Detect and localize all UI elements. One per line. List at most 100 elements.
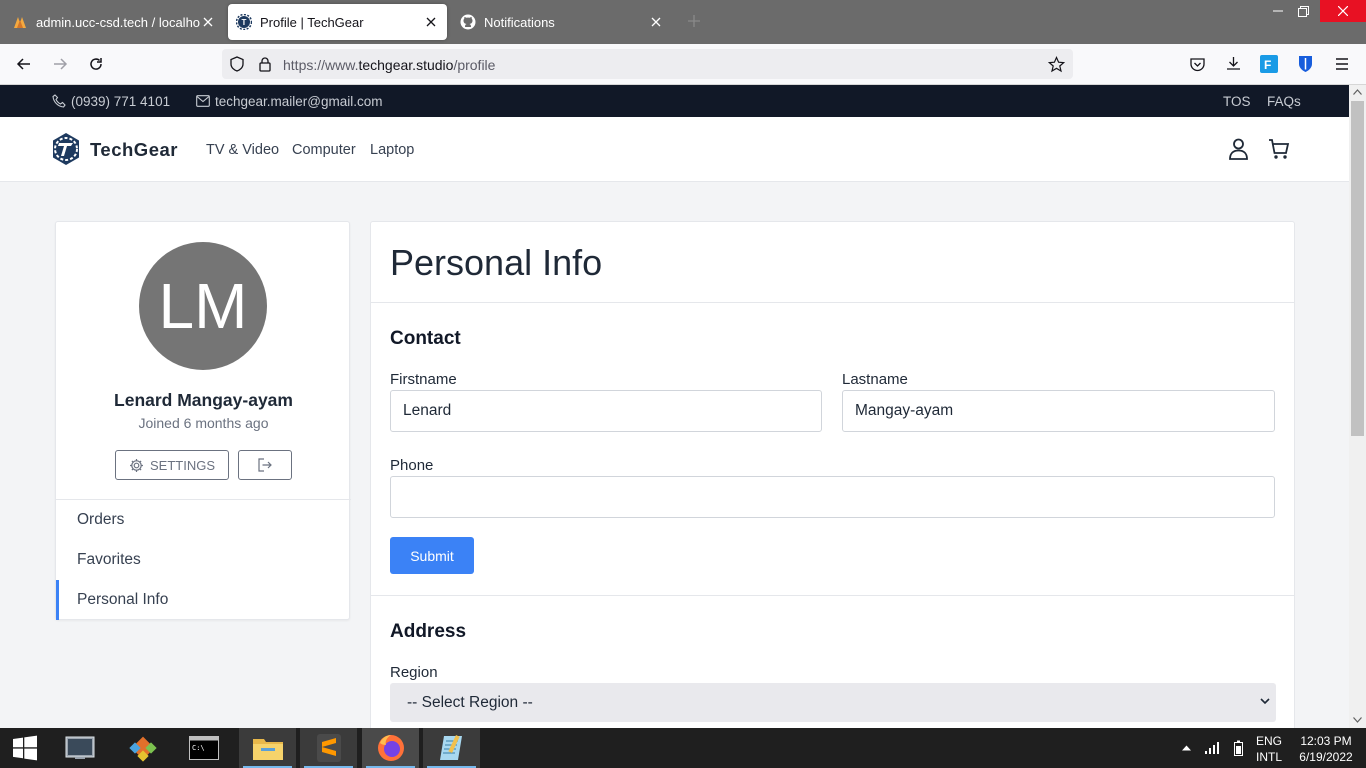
- menu-item-orders[interactable]: Orders: [56, 500, 351, 540]
- region-selected: -- Select Region --: [407, 693, 533, 711]
- lastname-label: Lastname: [842, 371, 908, 388]
- phone-icon: [52, 94, 66, 108]
- chevron-down-icon: [1260, 696, 1270, 706]
- tab-label: Profile | TechGear: [260, 14, 364, 30]
- avatar-initials: LM: [158, 270, 248, 342]
- terminal-icon[interactable]: C:\: [181, 728, 227, 768]
- joined-text: Joined 6 months ago: [138, 415, 269, 431]
- lastname-input[interactable]: Mangay-ayam: [842, 390, 1275, 432]
- url-prefix: https://www.: [283, 57, 359, 73]
- nav-laptop[interactable]: Laptop: [370, 142, 414, 158]
- windows-start-icon[interactable]: [2, 728, 48, 768]
- user-icon[interactable]: [1228, 138, 1249, 160]
- bookmark-star-icon[interactable]: [1048, 56, 1065, 73]
- task-view-icon[interactable]: [57, 728, 103, 768]
- clock[interactable]: 12:03 PM 6/19/2022: [1290, 733, 1362, 765]
- pocket-icon[interactable]: [1189, 56, 1206, 73]
- tray-chevron-up-icon[interactable]: [1182, 745, 1191, 751]
- logout-button[interactable]: [238, 450, 292, 480]
- avatar: LM: [139, 242, 267, 370]
- tab-label: admin.ucc-csd.tech / localhost: [36, 14, 200, 30]
- keyboard-layout: INTL: [1255, 750, 1282, 764]
- personal-info-card: Personal Info Contact Firstname Lenard L…: [370, 221, 1295, 728]
- menu-item-favorites[interactable]: Favorites: [56, 540, 351, 580]
- svg-text:C:\: C:\: [192, 744, 205, 752]
- submit-button[interactable]: Submit: [390, 537, 474, 574]
- back-icon[interactable]: [12, 52, 36, 76]
- web-page: (0939) 771 4101 techgear.mailer@gmail.co…: [0, 85, 1349, 728]
- lang-code: ENG: [1255, 734, 1282, 748]
- reload-icon[interactable]: [84, 52, 108, 76]
- sublime-text-icon[interactable]: [300, 728, 357, 768]
- region-label: Region: [390, 664, 438, 681]
- scrollbar-thumb[interactable]: [1351, 101, 1364, 436]
- browser-tab-bar: admin.ucc-csd.tech / localhost T Profile…: [0, 0, 1366, 44]
- svg-text:T: T: [242, 18, 247, 27]
- divider: [371, 595, 1294, 596]
- file-explorer-icon[interactable]: [239, 728, 296, 768]
- page-title: Personal Info: [390, 242, 603, 283]
- clock-date: 6/19/2022: [1299, 750, 1353, 764]
- close-window-icon[interactable]: [1320, 0, 1366, 22]
- git-icon[interactable]: [120, 728, 166, 768]
- tab-notifications[interactable]: Notifications: [452, 4, 672, 40]
- settings-button[interactable]: SETTINGS: [115, 450, 229, 480]
- lock-icon[interactable]: [257, 56, 273, 72]
- close-icon[interactable]: [648, 14, 664, 30]
- bitwarden-icon[interactable]: [1297, 55, 1314, 73]
- brand-name[interactable]: TechGear: [90, 139, 178, 161]
- menu-item-personal-info[interactable]: Personal Info: [56, 580, 351, 620]
- firefox-icon[interactable]: [362, 728, 419, 768]
- network-signal-icon[interactable]: [1204, 741, 1220, 755]
- nav-tv-video[interactable]: TV & Video: [206, 142, 279, 158]
- phone-input[interactable]: [390, 476, 1275, 518]
- admin-favicon-icon: [12, 14, 28, 30]
- settings-label: SETTINGS: [149, 457, 215, 473]
- url-text[interactable]: https://www.techgear.studio/profile: [283, 57, 495, 73]
- windows-taskbar: C:\ ENG INTL 12:03 PM 6/19/2022: [0, 728, 1366, 768]
- faqs-link[interactable]: FAQs: [1267, 94, 1301, 109]
- contact-phone[interactable]: (0939) 771 4101: [71, 94, 170, 109]
- logout-icon: [257, 457, 273, 473]
- tos-link[interactable]: TOS: [1223, 94, 1251, 109]
- close-icon[interactable]: [423, 14, 439, 30]
- svg-text:F: F: [1264, 58, 1271, 72]
- address-heading: Address: [390, 621, 467, 642]
- notepad-icon[interactable]: [423, 728, 480, 768]
- tab-label: Notifications: [484, 14, 555, 30]
- url-path: /profile: [453, 57, 496, 73]
- new-tab-icon[interactable]: [687, 14, 701, 28]
- contact-email[interactable]: techgear.mailer@gmail.com: [215, 94, 383, 109]
- firstname-label: Firstname: [390, 371, 457, 388]
- profile-sidebar-card: LM Lenard Mangay-ayam Joined 6 months ag…: [55, 221, 351, 620]
- battery-icon[interactable]: [1234, 740, 1243, 756]
- profile-menu: Orders Favorites Personal Info: [56, 499, 351, 620]
- url-domain: techgear.studio: [358, 57, 454, 73]
- phone-label: Phone: [390, 457, 434, 474]
- menu-hamburger-icon[interactable]: [1334, 56, 1350, 72]
- techgear-logo-icon[interactable]: [50, 132, 82, 166]
- user-name: Lenard Mangay-ayam: [114, 390, 293, 410]
- input-language[interactable]: ENG INTL: [1252, 733, 1286, 765]
- site-header: TechGear TV & Video Computer Laptop: [0, 117, 1349, 182]
- cart-icon[interactable]: [1268, 138, 1290, 160]
- gear-icon: [129, 458, 144, 473]
- downloads-icon[interactable]: [1225, 55, 1242, 72]
- nav-computer[interactable]: Computer: [292, 142, 356, 158]
- mail-icon: [196, 95, 210, 107]
- contact-heading: Contact: [390, 328, 461, 349]
- scroll-up-icon[interactable]: [1353, 89, 1362, 95]
- clock-time: 12:03 PM: [1300, 734, 1352, 748]
- site-topbar: (0939) 771 4101 techgear.mailer@gmail.co…: [0, 85, 1349, 117]
- tab-admin[interactable]: admin.ucc-csd.tech / localhost: [4, 4, 224, 40]
- scroll-down-icon[interactable]: [1353, 717, 1362, 723]
- shield-icon[interactable]: [229, 56, 245, 72]
- techgear-favicon-icon: T: [236, 14, 252, 30]
- extension-translate-icon[interactable]: F: [1260, 55, 1278, 73]
- firstname-input[interactable]: Lenard: [390, 390, 822, 432]
- divider: [371, 302, 1294, 303]
- region-select[interactable]: -- Select Region --: [390, 683, 1276, 722]
- forward-icon[interactable]: [48, 52, 72, 76]
- tab-profile[interactable]: T Profile | TechGear: [228, 4, 447, 40]
- close-icon[interactable]: [200, 14, 216, 30]
